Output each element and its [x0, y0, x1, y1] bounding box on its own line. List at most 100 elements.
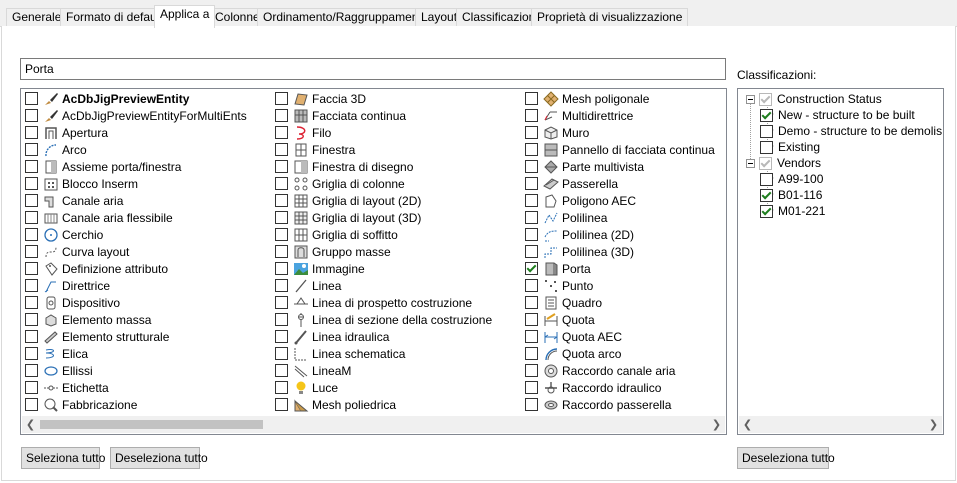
deselect-all-button[interactable]: Deseleziona tutto — [110, 447, 208, 469]
list-item[interactable]: Arco — [21, 141, 247, 158]
list-item[interactable]: Muro — [521, 124, 715, 141]
list-item[interactable]: Polilinea (3D) — [521, 243, 715, 260]
item-checkbox[interactable] — [275, 126, 288, 139]
list-item[interactable]: Canale aria — [21, 192, 247, 209]
item-checkbox[interactable] — [25, 194, 38, 207]
list-item[interactable]: Multidirettrice — [521, 107, 715, 124]
scroll-thumb[interactable] — [40, 420, 263, 429]
list-item[interactable]: Luce — [271, 379, 492, 396]
item-checkbox[interactable] — [275, 364, 288, 377]
item-checkbox[interactable] — [275, 262, 288, 275]
item-checkbox[interactable] — [25, 398, 38, 411]
list-item[interactable]: LineaM — [271, 362, 492, 379]
list-item[interactable]: Quadro — [521, 294, 715, 311]
list-item[interactable]: Gruppo masse — [271, 243, 492, 260]
tree-checkbox[interactable] — [760, 140, 773, 154]
tree-checkbox[interactable] — [759, 92, 772, 106]
item-checkbox[interactable] — [525, 143, 538, 156]
item-checkbox[interactable] — [25, 143, 38, 156]
item-checkbox[interactable] — [525, 177, 538, 190]
list-item[interactable]: Quota — [521, 311, 715, 328]
tab-formato-di-default[interactable]: Formato di default — [60, 8, 169, 27]
tab-generale[interactable]: Generale — [6, 8, 68, 27]
item-checkbox[interactable] — [275, 347, 288, 360]
classification-tree[interactable]: Construction Status New - structure to be… — [737, 88, 944, 435]
list-item[interactable]: AcDbJigPreviewEntityForMultiEnts — [21, 107, 247, 124]
item-checkbox[interactable] — [25, 279, 38, 292]
item-checkbox[interactable] — [525, 330, 538, 343]
item-checkbox[interactable] — [275, 398, 288, 411]
list-item[interactable]: Immagine — [271, 260, 492, 277]
list-item[interactable]: Passerella — [521, 175, 715, 192]
list-item[interactable]: Filo — [271, 124, 492, 141]
item-checkbox[interactable] — [525, 279, 538, 292]
item-checkbox[interactable] — [525, 126, 538, 139]
collapse-icon[interactable] — [746, 94, 755, 104]
item-checkbox[interactable] — [275, 92, 288, 105]
tree-checkbox[interactable] — [760, 108, 773, 122]
item-checkbox[interactable] — [25, 92, 38, 105]
item-checkbox[interactable] — [25, 296, 38, 309]
object-type-list[interactable]: AcDbJigPreviewEntity AcDbJigPreviewEntity… — [20, 88, 727, 435]
list-item[interactable]: Dispositivo — [21, 294, 247, 311]
tab-proprieta-di-visualizzazione[interactable]: Proprietà di visualizzazione — [531, 8, 689, 27]
item-checkbox[interactable] — [25, 262, 38, 275]
list-item[interactable]: Ellissi — [21, 362, 247, 379]
list-item[interactable]: Cerchio — [21, 226, 247, 243]
list-item[interactable]: Mesh poliedrica — [271, 396, 492, 413]
tree-leaf-node[interactable]: Existing — [760, 139, 820, 155]
item-checkbox[interactable] — [25, 381, 38, 394]
item-checkbox[interactable] — [25, 330, 38, 343]
item-checkbox[interactable] — [275, 279, 288, 292]
tree-checkbox[interactable] — [759, 156, 772, 170]
list-item[interactable]: Quota AEC — [521, 328, 715, 345]
item-checkbox[interactable] — [525, 381, 538, 394]
item-checkbox[interactable] — [25, 347, 38, 360]
item-checkbox[interactable] — [25, 245, 38, 258]
item-checkbox[interactable] — [25, 160, 38, 173]
list-item[interactable]: Linea — [271, 277, 492, 294]
item-checkbox[interactable] — [525, 347, 538, 360]
list-item[interactable]: Raccordo passerella — [521, 396, 715, 413]
list-item[interactable]: Curva layout — [21, 243, 247, 260]
tree-horizontal-scrollbar[interactable]: ❮ ❯ — [739, 416, 942, 433]
tree-leaf-node[interactable]: New - structure to be built — [760, 107, 915, 123]
item-checkbox[interactable] — [525, 194, 538, 207]
list-item[interactable]: Finestra — [271, 141, 492, 158]
list-item[interactable]: Poligono AEC — [521, 192, 715, 209]
item-checkbox[interactable] — [25, 126, 38, 139]
list-item[interactable]: Linea schematica — [271, 345, 492, 362]
list-item[interactable]: Quota arco — [521, 345, 715, 362]
item-checkbox[interactable] — [525, 109, 538, 122]
list-item[interactable]: Polilinea (2D) — [521, 226, 715, 243]
tree-leaf-node[interactable]: Demo - structure to be demolis — [760, 123, 942, 139]
list-item[interactable]: Griglia di colonne — [271, 175, 492, 192]
list-item[interactable]: Linea di prospetto costruzione — [271, 294, 492, 311]
item-checkbox[interactable] — [275, 143, 288, 156]
list-item[interactable]: Parte multivista — [521, 158, 715, 175]
list-item[interactable]: Facciata continua — [271, 107, 492, 124]
list-item[interactable]: Fabbricazione — [21, 396, 247, 413]
item-checkbox[interactable] — [25, 364, 38, 377]
list-item[interactable]: Assieme porta/finestra — [21, 158, 247, 175]
tree-group-node[interactable]: Vendors — [746, 155, 821, 171]
list-item[interactable]: Elemento strutturale — [21, 328, 247, 345]
tree-checkbox[interactable] — [760, 124, 773, 138]
item-checkbox[interactable] — [25, 228, 38, 241]
list-item[interactable]: Mesh poligonale — [521, 90, 715, 107]
item-checkbox[interactable] — [275, 228, 288, 241]
tab-applica-a[interactable]: Applica a — [154, 5, 216, 28]
item-checkbox[interactable] — [525, 211, 538, 224]
collapse-icon[interactable] — [746, 158, 755, 168]
item-checkbox[interactable] — [525, 296, 538, 309]
list-item[interactable]: Raccordo idraulico — [521, 379, 715, 396]
item-checkbox[interactable] — [525, 313, 538, 326]
item-checkbox[interactable] — [275, 296, 288, 309]
item-checkbox[interactable] — [525, 245, 538, 258]
list-item[interactable]: Finestra di disegno — [271, 158, 492, 175]
scroll-left-icon[interactable]: ❮ — [22, 416, 39, 433]
list-item[interactable]: Etichetta — [21, 379, 247, 396]
select-all-button[interactable]: Seleziona tutto — [21, 447, 105, 469]
item-checkbox[interactable] — [525, 398, 538, 411]
list-item[interactable]: Punto — [521, 277, 715, 294]
